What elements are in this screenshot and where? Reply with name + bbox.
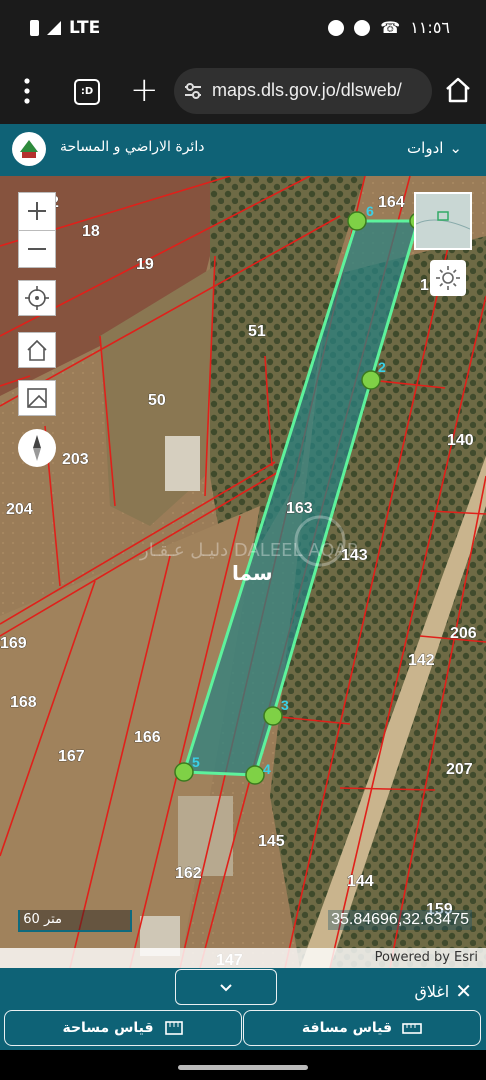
url-text[interactable]: maps.dls.gov.jo/dlsweb/ <box>212 80 402 101</box>
gesture-handle[interactable] <box>178 1065 308 1070</box>
tools-menu[interactable]: ادوات ⌄ <box>407 139 462 157</box>
parcel-label: 204 <box>6 501 33 518</box>
attribution-text[interactable]: Powered by Esri <box>375 950 478 965</box>
close-button[interactable]: اغلاق ✕ <box>414 979 472 1003</box>
chevron-down-icon[interactable] <box>176 970 276 1004</box>
parcel-label: 166 <box>134 729 161 746</box>
building-1 <box>165 436 200 491</box>
parcel-label: 163 <box>286 500 313 517</box>
system-nav-bar <box>0 1050 486 1080</box>
parcel-label: 50 <box>148 392 166 409</box>
app-header: دائرة الاراضي و المساحة ادوات ⌄ <box>0 124 486 176</box>
scale-bar: 60 متر <box>18 910 132 932</box>
map-view[interactable]: 6 2 3 4 5 دليـل عـقـار DALEEL AQAR سما 1… <box>0 176 486 968</box>
vertex-label: 6 <box>366 203 374 219</box>
network-type: LTE <box>69 18 101 38</box>
call-icon: ☎ <box>380 18 401 37</box>
parcel-label: 169 <box>0 635 27 652</box>
watermark: دليـل عـقـار DALEEL AQAR <box>139 540 359 561</box>
chevron-down-icon[interactable]: ⌄ <box>449 139 462 157</box>
minus-icon[interactable] <box>19 231 55 268</box>
parcel-label: 168 <box>10 694 37 711</box>
status-left: LTE <box>30 18 100 38</box>
area-icon[interactable] <box>164 1019 184 1037</box>
vertex-label: 4 <box>263 761 271 777</box>
battery-icon <box>30 20 39 36</box>
url-bar[interactable]: maps.dls.gov.jo/dlsweb/ <box>174 68 432 114</box>
parcel-label: 162 <box>175 865 202 882</box>
close-label[interactable]: اغلاق <box>414 982 449 1001</box>
compass-button[interactable] <box>18 429 56 467</box>
status-bar: LTE ☎ ١١:٥٦ <box>0 0 486 58</box>
tools-label[interactable]: ادوات <box>407 139 443 157</box>
zoom-control <box>18 192 56 268</box>
parcel-label: 140 <box>447 432 474 449</box>
facebook-icon <box>328 19 345 36</box>
map-canvas[interactable]: 6 2 3 4 5 دليـل عـقـار DALEEL AQAR سما 1… <box>0 176 486 968</box>
parcel-label: 145 <box>258 833 285 850</box>
measure-area-button[interactable]: قياس مساحة <box>4 1010 242 1046</box>
collapse-button[interactable] <box>175 969 277 1005</box>
dls-logo <box>12 132 46 166</box>
annotation-text: سما <box>232 561 273 585</box>
vertex-label: 2 <box>378 359 386 375</box>
menu-icon[interactable] <box>24 78 30 104</box>
browser-toolbar: :D + maps.dls.gov.jo/dlsweb/ <box>0 58 486 124</box>
parcel-label: 19 <box>136 256 154 273</box>
measure-panel: اغلاق ✕ قياس مساحة قياس مسافة <box>0 968 486 1050</box>
vertex-label: 3 <box>281 697 289 713</box>
crosshair-icon[interactable] <box>19 281 55 315</box>
home-extent-button[interactable] <box>18 332 56 368</box>
measure-area-label[interactable]: قياس مساحة <box>62 1020 153 1036</box>
parcel-label: 18 <box>82 223 100 240</box>
basemap-button[interactable] <box>18 380 56 416</box>
plus-icon[interactable] <box>19 193 55 230</box>
app-title: دائرة الاراضي و المساحة <box>60 139 205 155</box>
parcel-label: 164 <box>378 194 405 211</box>
basemap-icon[interactable] <box>19 381 55 415</box>
brightness-button[interactable] <box>430 260 466 296</box>
overview-minimap[interactable] <box>414 192 472 250</box>
measure-distance-button[interactable]: قياس مسافة <box>243 1010 481 1046</box>
home-extent-icon[interactable] <box>19 333 55 367</box>
whatsapp-icon <box>354 19 371 36</box>
site-settings-icon[interactable] <box>184 82 202 100</box>
tabs-button[interactable]: :D <box>74 79 100 105</box>
status-right: ☎ ١١:٥٦ <box>328 18 450 37</box>
parcel-label: 51 <box>248 323 266 340</box>
parcel-label: 206 <box>450 625 477 642</box>
parcel-label: 144 <box>347 873 374 890</box>
zoom-out-button[interactable] <box>19 231 55 268</box>
parcel-label: 143 <box>341 547 368 564</box>
vertex-label: 5 <box>192 754 200 770</box>
parcel-label: 203 <box>62 451 89 468</box>
parcel-label: 207 <box>446 761 473 778</box>
ruler-icon[interactable] <box>402 1019 422 1037</box>
sun-icon[interactable] <box>430 260 466 296</box>
clock: ١١:٥٦ <box>410 18 450 37</box>
home-icon[interactable] <box>444 76 472 104</box>
zoom-in-button[interactable] <box>19 193 55 231</box>
parcel-label: 167 <box>58 748 85 765</box>
parcel-label: 1 <box>420 277 429 294</box>
coordinates-readout: 35.84696,32.63475 <box>328 910 472 930</box>
close-icon[interactable]: ✕ <box>455 979 472 1003</box>
attribution-bar: Powered by Esri <box>0 948 486 968</box>
new-tab-button[interactable]: + <box>130 70 159 110</box>
signal-icon <box>47 21 61 35</box>
locate-button[interactable] <box>18 280 56 316</box>
building-2 <box>178 796 233 876</box>
parcel-label: 142 <box>408 652 435 669</box>
measure-distance-label[interactable]: قياس مسافة <box>302 1020 392 1036</box>
compass-icon[interactable] <box>18 429 56 467</box>
